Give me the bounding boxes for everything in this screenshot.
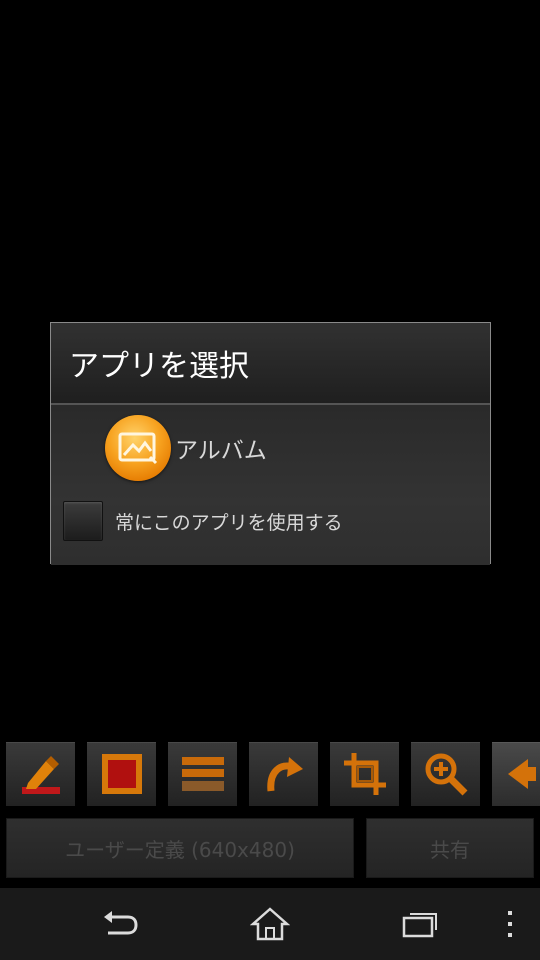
tool-crop-button[interactable] <box>330 742 399 806</box>
tool-frame-button[interactable] <box>87 742 156 806</box>
tool-rotate-button[interactable] <box>249 742 318 806</box>
app-chooser-dialog: アプリを選択 アルバム 常にこのアプリを使用する <box>50 322 491 565</box>
dialog-title: アプリを選択 <box>51 323 490 405</box>
back-icon <box>104 911 138 935</box>
layers-icon <box>181 757 224 791</box>
tool-edit-button[interactable] <box>6 742 75 806</box>
recent-apps-icon <box>402 913 437 938</box>
always-use-row[interactable]: 常にこのアプリを使用する <box>63 501 343 541</box>
frame-square-icon <box>101 754 142 794</box>
arrow-left-icon <box>508 759 536 789</box>
back-button[interactable] <box>80 888 160 960</box>
screen: アプリを選択 アルバム 常にこのアプリを使用する ユーザー定義 (640x480… <box>0 0 540 960</box>
app-option-album[interactable]: アルバム <box>105 415 267 481</box>
home-icon <box>250 907 290 941</box>
app-option-label: アルバム <box>175 438 267 464</box>
navigation-bar <box>0 888 540 960</box>
zoom-in-icon <box>425 753 467 796</box>
tool-layers-button[interactable] <box>168 742 237 806</box>
overflow-menu-button[interactable] <box>490 888 530 960</box>
home-button[interactable] <box>230 888 310 960</box>
tool-zoom-button[interactable] <box>411 742 480 806</box>
crop-icon <box>343 753 386 795</box>
overflow-menu-icon <box>508 911 512 937</box>
editor-toolbar <box>0 742 540 808</box>
tool-arrow-button[interactable] <box>492 742 540 806</box>
rotate-icon <box>266 757 303 792</box>
always-use-checkbox[interactable] <box>63 501 103 541</box>
share-button[interactable]: 共有 <box>366 818 534 878</box>
always-use-label: 常にこのアプリを使用する <box>115 511 343 534</box>
edit-pencil-icon <box>21 756 60 794</box>
size-button[interactable]: ユーザー定義 (640x480) <box>6 818 354 878</box>
recent-apps-button[interactable] <box>380 888 460 960</box>
album-icon <box>105 415 171 481</box>
